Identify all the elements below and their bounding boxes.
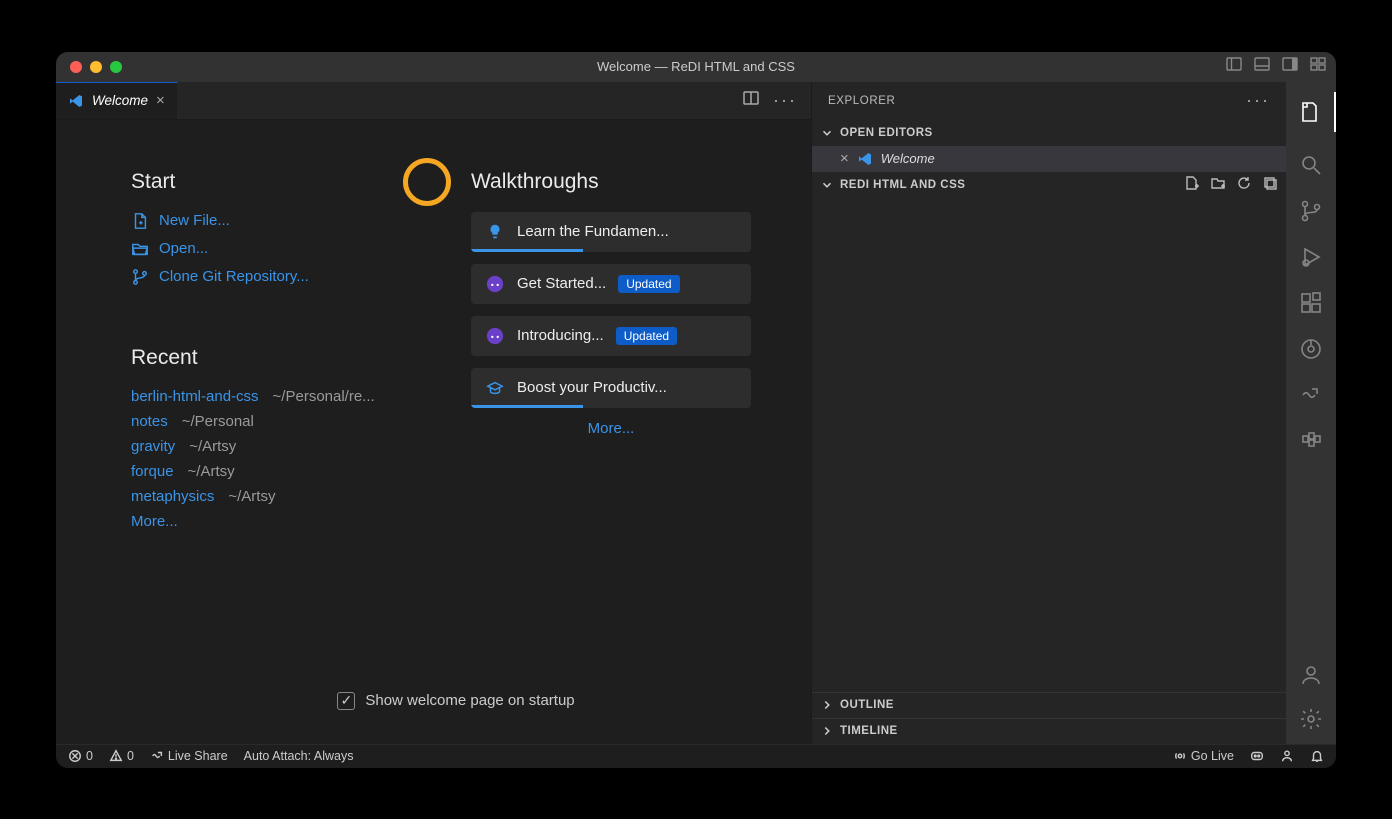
vscode-icon	[857, 151, 873, 167]
new-file-link[interactable]: New File...	[131, 212, 411, 230]
source-control-activity-icon[interactable]	[1298, 198, 1324, 224]
status-person-icon[interactable]	[1280, 749, 1294, 763]
start-heading: Start	[131, 170, 411, 194]
collapse-all-icon[interactable]	[1262, 175, 1278, 194]
folder-section[interactable]: REDI HTML AND CSS	[812, 172, 1286, 198]
show-on-startup-label: Show welcome page on startup	[365, 692, 574, 709]
updated-badge: Updated	[618, 275, 679, 293]
maximize-window-button[interactable]	[110, 61, 122, 73]
walkthrough-fundamentals[interactable]: Learn the Fundamen...	[471, 212, 751, 252]
status-auto-attach[interactable]: Auto Attach: Always	[244, 749, 354, 763]
status-copilot-icon[interactable]	[1250, 749, 1264, 763]
split-editor-icon[interactable]	[743, 90, 759, 111]
open-editor-item[interactable]: × Welcome	[812, 146, 1286, 172]
new-file-icon[interactable]	[1184, 175, 1200, 194]
account-activity-icon[interactable]	[1298, 662, 1324, 688]
status-bar: 0 0 Live Share Auto Attach: Always Go Li…	[56, 744, 1336, 768]
chevron-right-icon	[820, 724, 834, 738]
terraform-activity-icon[interactable]	[1298, 428, 1324, 454]
status-warnings[interactable]: 0	[109, 749, 134, 763]
outline-section[interactable]: OUTLINE	[812, 692, 1286, 718]
clone-repo-link[interactable]: Clone Git Repository...	[131, 268, 411, 286]
explorer-more-icon[interactable]: ···	[1246, 90, 1270, 111]
timeline-section[interactable]: TIMELINE	[812, 718, 1286, 744]
gitlens-activity-icon[interactable]	[1298, 336, 1324, 362]
close-window-button[interactable]	[70, 61, 82, 73]
new-folder-icon[interactable]	[1210, 175, 1226, 194]
recent-more-link[interactable]: More...	[131, 513, 411, 530]
close-tab-icon[interactable]: ×	[156, 92, 165, 109]
window-title: Welcome — ReDI HTML and CSS	[56, 59, 1336, 74]
tab-label: Welcome	[92, 93, 148, 108]
editor-tabs: Welcome × ···	[56, 82, 811, 120]
open-link[interactable]: Open...	[131, 240, 411, 258]
search-activity-icon[interactable]	[1298, 152, 1324, 178]
settings-activity-icon[interactable]	[1298, 706, 1324, 732]
recent-item[interactable]: notes~/Personal	[131, 413, 411, 430]
close-editor-icon[interactable]: ×	[840, 150, 849, 167]
recent-heading: Recent	[131, 346, 411, 370]
editor-more-icon[interactable]: ···	[773, 90, 797, 111]
open-editors-section[interactable]: OPEN EDITORS	[812, 120, 1286, 146]
checkbox-checked-icon[interactable]: ✓	[337, 692, 355, 710]
panel-bottom-icon[interactable]	[1254, 56, 1270, 77]
walkthrough-get-started[interactable]: Get Started... Updated	[471, 264, 751, 304]
walkthrough-introducing[interactable]: Introducing... Updated	[471, 316, 751, 356]
lightbulb-icon	[485, 222, 505, 242]
tab-welcome[interactable]: Welcome ×	[56, 82, 178, 119]
minimize-window-button[interactable]	[90, 61, 102, 73]
refresh-icon[interactable]	[1236, 175, 1252, 194]
recent-item[interactable]: metaphysics~/Artsy	[131, 488, 411, 505]
chevron-right-icon	[820, 698, 834, 712]
updated-badge: Updated	[616, 327, 677, 345]
walkthrough-productivity[interactable]: Boost your Productiv...	[471, 368, 751, 408]
explorer-activity-icon[interactable]	[1298, 99, 1324, 125]
folder-open-icon	[131, 240, 149, 258]
status-errors[interactable]: 0	[68, 749, 93, 763]
show-on-startup-row[interactable]: ✓ Show welcome page on startup	[106, 692, 806, 710]
recent-item[interactable]: forque~/Artsy	[131, 463, 411, 480]
github-copilot-icon	[485, 326, 505, 346]
recent-item[interactable]: gravity~/Artsy	[131, 438, 411, 455]
recent-item[interactable]: berlin-html-and-css~/Personal/re...	[131, 388, 411, 405]
github-copilot-icon	[485, 274, 505, 294]
explorer-header: EXPLORER ···	[812, 82, 1286, 120]
customize-layout-icon[interactable]	[1310, 56, 1326, 77]
vscode-icon	[68, 93, 84, 109]
panel-right-icon[interactable]	[1282, 56, 1298, 77]
file-plus-icon	[131, 212, 149, 230]
run-debug-activity-icon[interactable]	[1298, 244, 1324, 270]
extensions-activity-icon[interactable]	[1298, 290, 1324, 316]
status-live-share[interactable]: Live Share	[150, 749, 228, 763]
titlebar: Welcome — ReDI HTML and CSS	[56, 52, 1336, 82]
status-go-live[interactable]: Go Live	[1173, 749, 1234, 763]
walkthroughs-heading: Walkthroughs	[471, 170, 751, 194]
panel-left-icon[interactable]	[1226, 56, 1242, 77]
chevron-down-icon	[820, 178, 834, 192]
git-branch-icon	[131, 268, 149, 286]
chevron-down-icon	[820, 126, 834, 140]
walkthroughs-more-link[interactable]: More...	[588, 420, 635, 437]
graduation-cap-icon	[485, 378, 505, 398]
activity-bar	[1286, 82, 1336, 744]
share-activity-icon[interactable]	[1298, 382, 1324, 408]
status-bell-icon[interactable]	[1310, 749, 1324, 763]
